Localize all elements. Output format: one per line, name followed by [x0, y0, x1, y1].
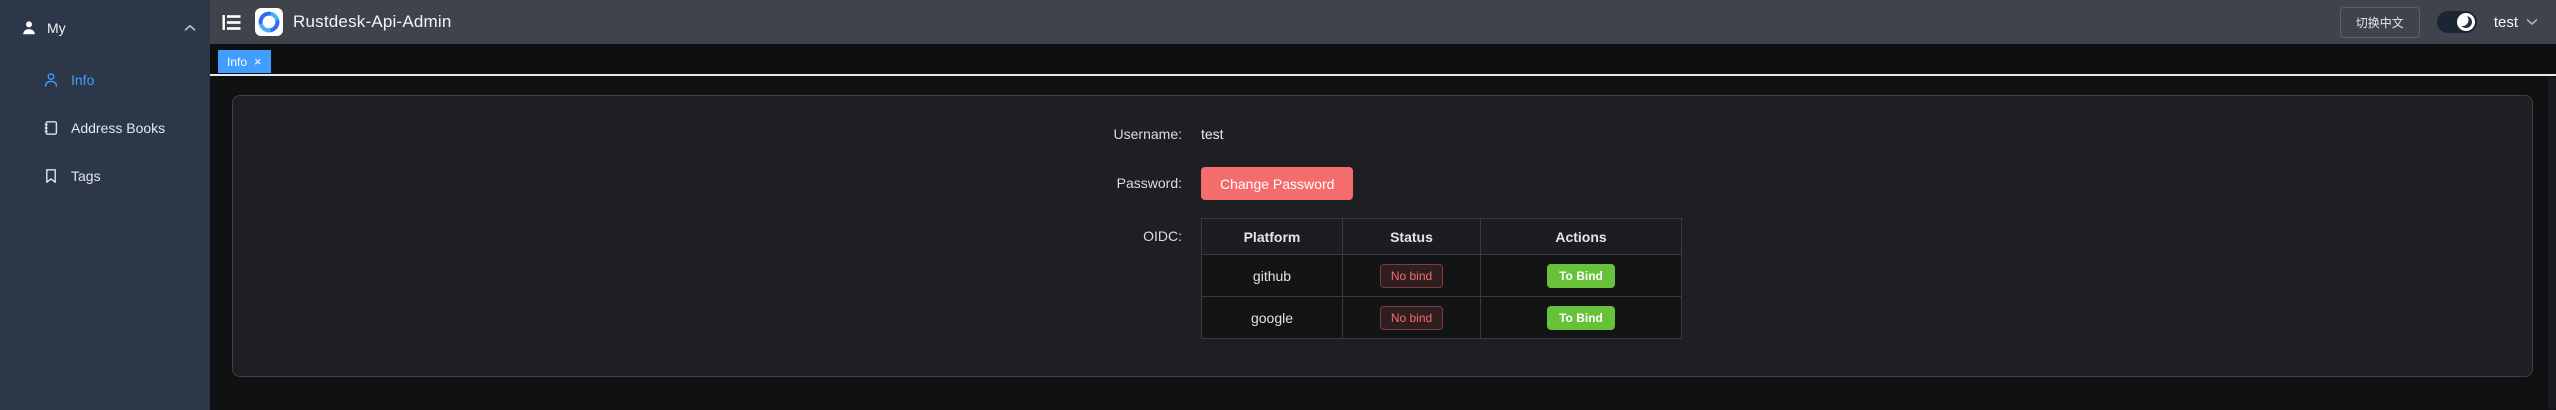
actions-cell: To Bind	[1481, 297, 1682, 339]
tab-info[interactable]: Info ×	[218, 50, 271, 73]
scrollbar[interactable]	[2548, 76, 2556, 410]
rustdesk-logo	[255, 8, 283, 36]
sidebar-item-label: Info	[71, 72, 94, 88]
switch-language-button[interactable]: 切换中文	[2340, 7, 2420, 38]
oidc-table: Platform Status Actions github No bind T…	[1201, 218, 1682, 339]
user-name: test	[2494, 14, 2518, 31]
chevron-up-icon	[184, 24, 196, 32]
tags-view-bar: Info ×	[210, 44, 2556, 76]
username-row: Username: test	[1032, 124, 1224, 144]
sidebar: My Info Address Books Tags	[0, 0, 210, 410]
sidebar-item-label: Address Books	[71, 120, 165, 136]
to-bind-button[interactable]: To Bind	[1547, 264, 1615, 288]
tab-label: Info	[227, 55, 247, 69]
password-row: Password: Change Password	[1032, 167, 1353, 200]
status-badge: No bind	[1380, 264, 1443, 288]
dark-mode-toggle[interactable]	[2437, 11, 2477, 33]
toggle-knob	[2457, 13, 2475, 31]
collapse-sidebar-icon[interactable]	[222, 14, 241, 31]
sidebar-item-tags[interactable]: Tags	[0, 152, 210, 200]
column-header-platform: Platform	[1202, 219, 1343, 255]
main-content: Username: test Password: Change Password…	[210, 76, 2556, 410]
password-label: Password:	[1032, 167, 1182, 200]
to-bind-button[interactable]: To Bind	[1547, 306, 1615, 330]
top-header: Rustdesk-Api-Admin 切换中文 test	[210, 0, 2556, 44]
status-cell: No bind	[1343, 297, 1481, 339]
status-badge: No bind	[1380, 306, 1443, 330]
user-filled-icon	[21, 20, 37, 36]
table-row: github No bind To Bind	[1202, 255, 1682, 297]
sidebar-menu-my[interactable]: My	[0, 0, 210, 56]
user-outline-icon	[43, 72, 59, 88]
bookmark-icon	[43, 168, 59, 184]
change-password-button[interactable]: Change Password	[1201, 167, 1353, 200]
username-label: Username:	[1032, 124, 1182, 144]
info-card: Username: test Password: Change Password…	[232, 95, 2533, 377]
sidebar-item-info[interactable]: Info	[0, 56, 210, 104]
column-header-status: Status	[1343, 219, 1481, 255]
column-header-actions: Actions	[1481, 219, 1682, 255]
username-value: test	[1201, 124, 1224, 144]
user-menu[interactable]: test	[2494, 14, 2538, 31]
moon-icon	[2460, 16, 2472, 28]
platform-cell: github	[1202, 255, 1343, 297]
oidc-label: OIDC:	[1032, 218, 1182, 339]
header-controls: 切换中文 test	[2340, 7, 2556, 38]
page-title: Rustdesk-Api-Admin	[293, 12, 452, 32]
close-icon[interactable]: ×	[254, 55, 262, 68]
actions-cell: To Bind	[1481, 255, 1682, 297]
table-header-row: Platform Status Actions	[1202, 219, 1682, 255]
table-row: google No bind To Bind	[1202, 297, 1682, 339]
oidc-row: OIDC: Platform Status Actions github No …	[1032, 218, 1682, 339]
sidebar-item-address-books[interactable]: Address Books	[0, 104, 210, 152]
status-cell: No bind	[1343, 255, 1481, 297]
chevron-down-icon	[2526, 18, 2538, 26]
sidebar-item-label: Tags	[71, 168, 101, 184]
notebook-icon	[43, 120, 59, 136]
sidebar-menu-label: My	[47, 20, 66, 36]
platform-cell: google	[1202, 297, 1343, 339]
